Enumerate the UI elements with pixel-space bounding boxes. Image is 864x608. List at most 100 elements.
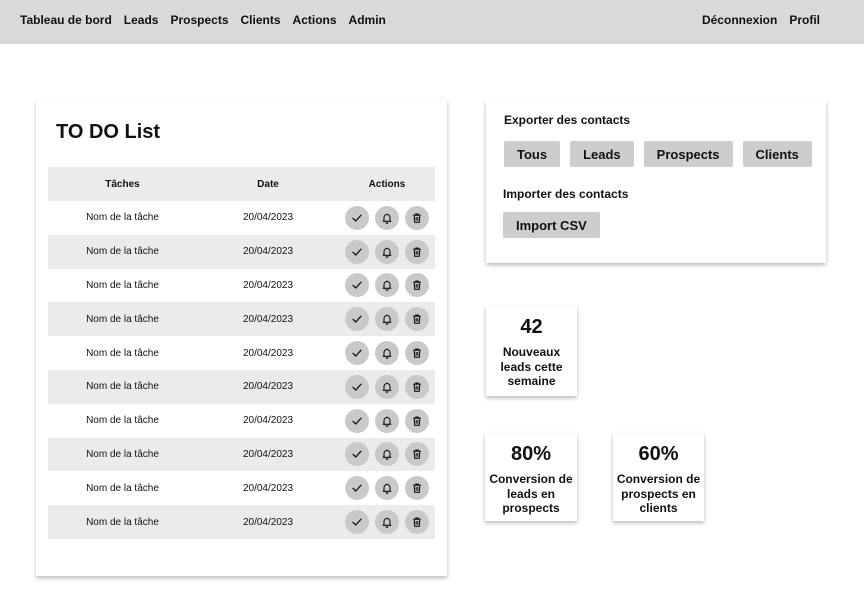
nav-link-tableau-de-bord[interactable]: Tableau de bord — [20, 13, 112, 27]
complete-task-button[interactable] — [345, 374, 369, 399]
complete-task-button[interactable] — [345, 273, 369, 298]
check-icon — [351, 516, 363, 528]
export-leads-button[interactable]: Leads — [570, 141, 634, 167]
task-date: 20/04/2023 — [242, 482, 294, 494]
export-import-card: Exporter des contacts Tous Leads Prospec… — [486, 100, 826, 263]
check-icon — [351, 381, 363, 393]
delete-task-button[interactable] — [405, 341, 429, 366]
task-date: 20/04/2023 — [242, 246, 294, 258]
task-date: 20/04/2023 — [242, 516, 294, 528]
stat-value-new-leads: 42 — [520, 316, 543, 338]
trash-icon — [411, 448, 423, 460]
complete-task-button[interactable] — [345, 205, 369, 230]
bell-icon — [381, 448, 393, 461]
remind-task-button[interactable] — [375, 442, 399, 467]
table-row: Nom de la tâche 20/04/2023 — [48, 336, 435, 370]
table-row: Nom de la tâche 20/04/2023 — [48, 201, 435, 235]
task-actions — [339, 510, 435, 535]
delete-task-button[interactable] — [405, 476, 429, 501]
trash-icon — [411, 415, 423, 427]
stat-label-new-leads: Nouveaux leads cette semaine — [500, 345, 563, 388]
task-name: Nom de la tâche — [86, 347, 159, 359]
delete-task-button[interactable] — [405, 239, 429, 264]
trash-icon — [411, 381, 423, 393]
export-prospects-button[interactable]: Prospects — [643, 141, 733, 167]
header-tasks: Tâches — [105, 178, 140, 190]
bell-icon — [381, 347, 393, 359]
nav-link-prospects[interactable]: Prospects — [170, 13, 228, 27]
remind-task-button[interactable] — [375, 476, 399, 501]
delete-task-button[interactable] — [405, 307, 429, 332]
remind-task-button[interactable] — [375, 341, 399, 366]
remind-task-button[interactable] — [375, 307, 399, 332]
remind-task-button[interactable] — [375, 239, 399, 264]
trash-icon — [411, 212, 423, 224]
task-actions — [339, 273, 435, 298]
header-actions: Actions — [368, 178, 406, 190]
complete-task-button[interactable] — [345, 408, 369, 433]
nav-link-admin[interactable]: Admin — [349, 13, 386, 27]
import-csv-button[interactable]: Import CSV — [503, 212, 600, 238]
remind-task-button[interactable] — [375, 408, 399, 433]
complete-task-button[interactable] — [345, 341, 369, 366]
table-row: Nom de la tâche 20/04/2023 — [48, 234, 435, 269]
export-buttons: Tous Leads Prospects Clients — [504, 141, 812, 167]
bell-icon — [381, 313, 393, 326]
nav-link-clients[interactable]: Clients — [241, 13, 281, 27]
bell-icon — [381, 246, 393, 258]
task-name: Nom de la tâche — [86, 415, 159, 427]
import-title: Importer des contacts — [503, 187, 629, 201]
stat-card-new-leads: 42 Nouveaux leads cette semaine — [486, 306, 577, 396]
task-name: Nom de la tâche — [86, 381, 159, 393]
remind-task-button[interactable] — [375, 510, 399, 535]
table-row: Nom de la tâche 20/04/2023 — [48, 437, 435, 472]
trash-icon — [411, 313, 423, 325]
task-date: 20/04/2023 — [242, 313, 294, 325]
task-actions — [339, 442, 435, 467]
task-name: Nom de la tâche — [86, 246, 159, 258]
remind-task-button[interactable] — [375, 374, 399, 399]
stat-card-prospects-conversion: 60% Conversion de prospects en clients — [613, 433, 704, 521]
delete-task-button[interactable] — [405, 205, 429, 230]
nav-link-leads[interactable]: Leads — [124, 13, 159, 27]
bell-icon — [381, 516, 393, 528]
complete-task-button[interactable] — [345, 442, 369, 467]
export-title: Exporter des contacts — [504, 113, 631, 127]
check-icon — [351, 415, 363, 427]
trash-icon — [411, 279, 423, 291]
bell-icon — [381, 279, 393, 292]
complete-task-button[interactable] — [345, 307, 369, 332]
export-clients-button[interactable]: Clients — [742, 141, 812, 167]
nav-link-actions[interactable]: Actions — [293, 13, 337, 27]
task-date: 20/04/2023 — [242, 347, 294, 359]
delete-task-button[interactable] — [405, 408, 429, 433]
task-date: 20/04/2023 — [242, 212, 294, 224]
check-icon — [351, 448, 363, 460]
task-name: Nom de la tâche — [86, 516, 159, 528]
logout-link[interactable]: Déconnexion — [702, 13, 777, 27]
todo-table-header: Tâches Date Actions — [48, 167, 435, 201]
check-icon — [351, 212, 363, 224]
remind-task-button[interactable] — [375, 273, 399, 298]
profile-link[interactable]: Profil — [789, 13, 820, 27]
task-name: Nom de la tâche — [86, 313, 159, 325]
complete-task-button[interactable] — [345, 510, 369, 535]
main-nav: Tableau de bord Leads Prospects Clients … — [20, 13, 386, 27]
check-icon — [351, 246, 363, 258]
remind-task-button[interactable] — [375, 205, 399, 230]
delete-task-button[interactable] — [405, 374, 429, 399]
stat-label-leads-conversion: Conversion de leads en prospects — [489, 472, 573, 515]
complete-task-button[interactable] — [345, 476, 369, 501]
complete-task-button[interactable] — [345, 239, 369, 264]
delete-task-button[interactable] — [405, 510, 429, 535]
table-row: Nom de la tâche 20/04/2023 — [48, 505, 435, 539]
export-all-button[interactable]: Tous — [504, 141, 561, 167]
task-name: Nom de la tâche — [86, 448, 159, 460]
delete-task-button[interactable] — [405, 273, 429, 298]
task-date: 20/04/2023 — [242, 279, 294, 291]
trash-icon — [411, 246, 423, 258]
delete-task-button[interactable] — [405, 442, 429, 467]
stat-label-prospects-conversion: Conversion de prospects en clients — [616, 472, 701, 515]
task-name: Nom de la tâche — [86, 482, 159, 494]
trash-icon — [411, 482, 423, 494]
